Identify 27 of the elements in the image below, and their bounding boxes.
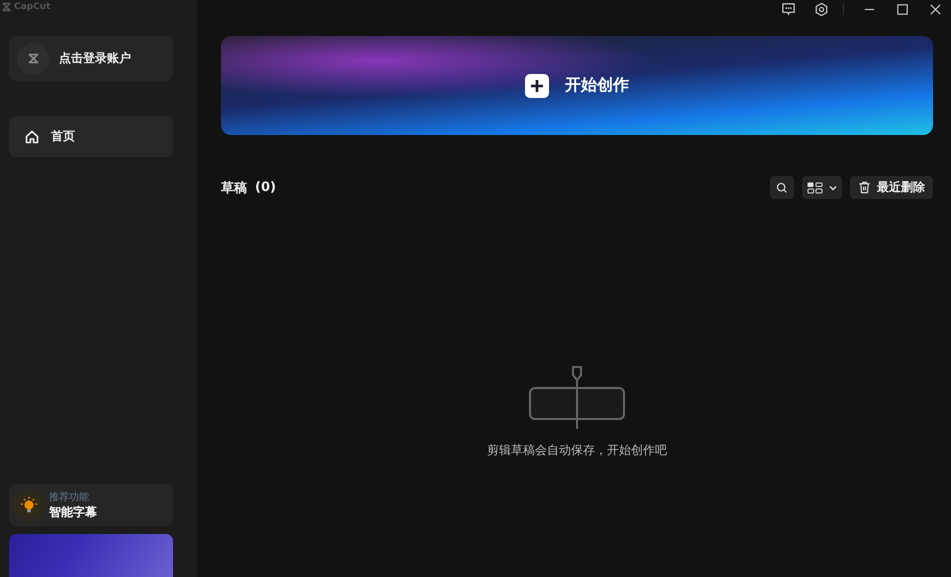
nav-item[interactable]: 首页 <box>9 116 173 157</box>
view-toggle-button[interactable] <box>802 176 842 199</box>
settings-icon[interactable] <box>814 2 829 16</box>
caret-icon <box>829 184 837 190</box>
feedback-icon[interactable] <box>781 2 796 16</box>
feature-title: 智能字幕 <box>49 504 97 520</box>
empty-drafts-icon <box>529 366 625 430</box>
search-button[interactable] <box>770 176 794 199</box>
empty-state-message: 剪辑草稿会自动保存，开始创作吧 <box>487 442 667 459</box>
drafts-count: (0) <box>255 180 276 195</box>
logo-mark-icon <box>26 53 40 64</box>
recently-deleted-button[interactable]: 最近删除 <box>850 176 933 199</box>
app-title: CapCut <box>14 2 50 12</box>
maximize-icon[interactable] <box>895 2 910 16</box>
login-button[interactable]: 点击登录账户 <box>9 36 173 81</box>
trash-icon <box>858 181 871 194</box>
lightbulb-icon <box>20 496 38 514</box>
logo-icon <box>1 2 12 12</box>
plus-icon <box>525 74 549 98</box>
feature-card[interactable]: 推荐功能 智能字幕 <box>9 484 173 526</box>
feature-caption: 推荐功能 <box>49 490 90 504</box>
create-banner[interactable]: 开始创作 <box>221 36 933 135</box>
close-icon[interactable] <box>928 2 943 16</box>
grid-view-icon <box>807 182 823 194</box>
search-icon <box>776 182 788 194</box>
home-icon <box>25 130 39 144</box>
drafts-title: 草稿 <box>221 180 247 196</box>
